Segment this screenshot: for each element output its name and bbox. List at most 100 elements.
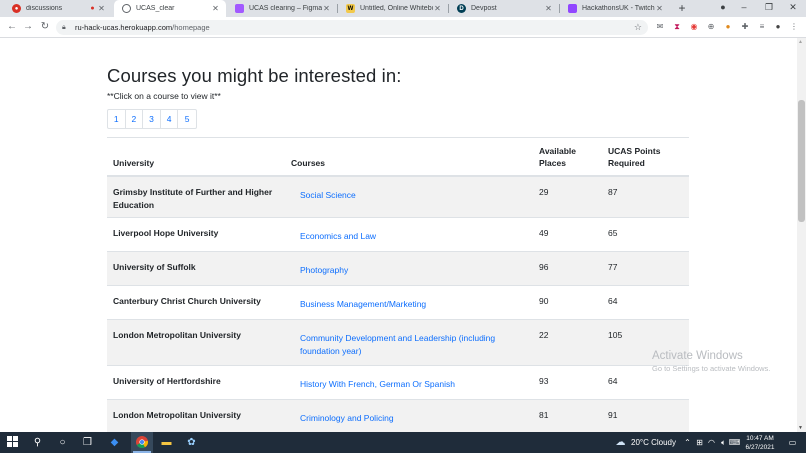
extension-icon[interactable]: ⧗: [672, 22, 682, 32]
tab-whiteboard[interactable]: W Untitled, Online Whiteboard ✕: [338, 0, 448, 17]
page-title: Courses you might be interested in:: [107, 65, 402, 86]
twitch-icon: [568, 4, 577, 13]
devpost-icon: D: [457, 4, 466, 13]
mail-extension-icon[interactable]: ✉: [655, 22, 665, 32]
places-cell: 49: [533, 217, 602, 252]
points-cell: 91: [602, 399, 689, 432]
column-header-university: University: [107, 137, 285, 177]
university-cell: Grimsby Institute of Further and Higher …: [107, 175, 285, 218]
reload-icon[interactable]: ↻: [39, 21, 51, 33]
pagination: 1 2 3 4 5: [107, 109, 197, 129]
system-clock[interactable]: 10:47 AM 6/27/2021: [740, 434, 780, 452]
places-cell: 90: [533, 285, 602, 320]
minimize-icon[interactable]: –: [737, 2, 751, 12]
table-row: Grimsby Institute of Further and Higher …: [107, 175, 689, 218]
profile-avatar-icon[interactable]: ●: [773, 22, 783, 32]
windows-start-icon[interactable]: [6, 436, 19, 449]
places-cell: 22: [533, 319, 602, 366]
column-header-points: UCAS Points Required: [602, 137, 689, 177]
app-icon[interactable]: ✿: [185, 436, 198, 449]
table-row: University of Suffolk Photography 96 77: [107, 251, 689, 286]
close-icon[interactable]: ✕: [433, 4, 442, 13]
address-bar[interactable]: 🔒︎ ru-hack-ucas.herokuapp.com/homepage ☆: [56, 20, 648, 35]
course-link[interactable]: Community Development and Leadership (in…: [285, 319, 533, 366]
course-link[interactable]: History With French, German Or Spanish: [285, 365, 533, 400]
activate-windows-watermark: Activate Windows Go to Settings to activ…: [652, 350, 771, 373]
miro-icon: W: [346, 4, 355, 13]
search-icon[interactable]: ⚲: [31, 436, 44, 449]
globe-icon: [122, 4, 131, 13]
table-row: Canterbury Christ Church University Busi…: [107, 285, 689, 320]
puzzle-extensions-icon[interactable]: ✚: [740, 22, 750, 32]
scroll-up-arrow-icon[interactable]: ▲: [798, 39, 803, 45]
weather-text[interactable]: 20°C Cloudy: [631, 438, 676, 447]
figma-icon: [235, 4, 244, 13]
university-cell: London Metropolitan University: [107, 319, 285, 366]
notifications-icon[interactable]: ▭: [786, 436, 799, 449]
file-explorer-icon[interactable]: ▬: [160, 436, 173, 449]
menu-kebab-icon[interactable]: ⋮: [789, 22, 799, 32]
course-link[interactable]: Economics and Law: [285, 217, 533, 252]
scrollbar-thumb[interactable]: [798, 100, 805, 222]
page-content: Courses you might be interested in: **Cl…: [0, 38, 797, 432]
close-icon[interactable]: ✕: [322, 4, 331, 13]
browser-toolbar: ← → ↻ 🔒︎ ru-hack-ucas.herokuapp.com/home…: [0, 17, 806, 38]
page-scrollbar[interactable]: ▲ ▼: [797, 38, 806, 432]
table-row: University of Hertfordshire History With…: [107, 365, 689, 400]
table-header-row: University Courses Available Places UCAS …: [107, 137, 689, 177]
weather-cloud-icon[interactable]: ☁: [614, 436, 627, 449]
chrome-icon[interactable]: [135, 436, 148, 449]
close-icon[interactable]: ✕: [544, 4, 553, 13]
table-row: Liverpool Hope University Economics and …: [107, 217, 689, 252]
points-cell: 64: [602, 285, 689, 320]
task-view-icon[interactable]: ❒: [81, 436, 94, 449]
edge-browser-icon[interactable]: ◆: [108, 436, 121, 449]
recording-icon: ●: [90, 5, 95, 12]
tab-devpost[interactable]: D Devpost ✕: [449, 0, 559, 17]
column-header-places: Available Places: [533, 137, 602, 177]
tab-twitch[interactable]: HackathonsUK - Twitch ✕: [560, 0, 670, 17]
points-cell: 65: [602, 217, 689, 252]
places-cell: 93: [533, 365, 602, 400]
places-cell: 81: [533, 399, 602, 432]
discord-icon: ●: [12, 4, 21, 13]
close-icon[interactable]: ✕: [97, 4, 106, 13]
back-arrow-icon[interactable]: ←: [6, 21, 18, 33]
table-row: London Metropolitan University Community…: [107, 319, 689, 366]
grammar-extension-icon[interactable]: ⊕: [706, 22, 716, 32]
forward-arrow-icon[interactable]: →: [22, 21, 34, 33]
course-link[interactable]: Social Science: [285, 175, 533, 218]
course-link[interactable]: Criminology and Policing: [285, 399, 533, 432]
scroll-down-arrow-icon[interactable]: ▼: [798, 425, 803, 431]
courses-table: University Courses Available Places UCAS …: [107, 137, 689, 432]
page-link-4[interactable]: 4: [161, 110, 179, 128]
bookmark-star-icon[interactable]: ☆: [634, 22, 642, 33]
windows-taskbar: ⚲ ○ ❒ ◆ ▬ ✿ ☁ 20°C Cloudy ⌃ ⊞ ◠ 🔈︎ ⌨ 10:…: [0, 432, 806, 453]
page-link-2[interactable]: 2: [126, 110, 144, 128]
points-cell: 87: [602, 175, 689, 218]
tab-strip: ● discussions ● ✕ UCAS_clear ✕ UCAS clea…: [0, 0, 806, 17]
course-link[interactable]: Photography: [285, 251, 533, 286]
tab-discussions[interactable]: ● discussions ● ✕: [4, 0, 112, 17]
tab-search-icon[interactable]: ●: [716, 2, 730, 12]
new-tab-plus-icon[interactable]: +: [676, 2, 688, 14]
restore-icon[interactable]: ❐: [762, 2, 776, 13]
opera-extension-icon[interactable]: ◉: [689, 22, 699, 32]
page-link-5[interactable]: 5: [178, 110, 196, 128]
table-row: London Metropolitan University Criminolo…: [107, 399, 689, 432]
column-header-courses: Courses: [285, 137, 533, 177]
cookie-extension-icon[interactable]: ●: [723, 22, 733, 32]
tab-figma[interactable]: UCAS clearing – Figma ✕: [227, 0, 337, 17]
cortana-icon[interactable]: ○: [56, 436, 69, 449]
window-close-icon[interactable]: ✕: [786, 2, 800, 13]
close-icon[interactable]: ✕: [655, 4, 664, 13]
reading-list-icon[interactable]: ≡: [757, 22, 767, 32]
places-cell: 29: [533, 175, 602, 218]
close-icon[interactable]: ✕: [211, 4, 220, 13]
lock-icon: 🔒︎: [62, 23, 66, 31]
page-link-3[interactable]: 3: [143, 110, 161, 128]
page-link-1[interactable]: 1: [108, 110, 126, 128]
places-cell: 96: [533, 251, 602, 286]
tab-ucas-clear[interactable]: UCAS_clear ✕: [114, 0, 226, 17]
course-link[interactable]: Business Management/Marketing: [285, 285, 533, 320]
